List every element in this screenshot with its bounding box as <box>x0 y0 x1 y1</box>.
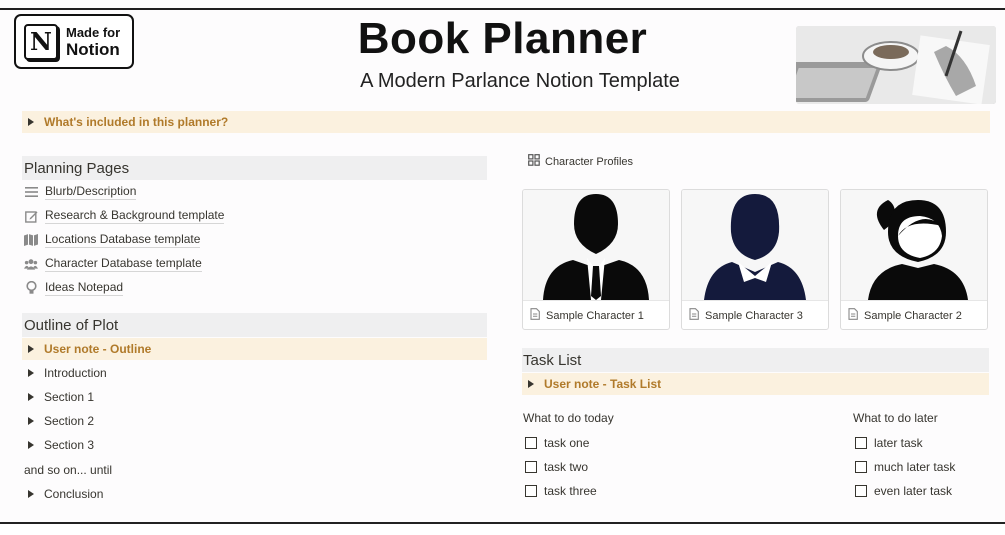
todo-today-3[interactable]: task three <box>525 481 597 501</box>
link-character-database[interactable]: Character Database template <box>24 253 202 275</box>
planning-pages-heading: Planning Pages <box>22 156 487 180</box>
task-list-heading: Task List <box>522 348 989 372</box>
character-card-2[interactable]: Sample Character 2 <box>840 189 988 330</box>
card-caption: Sample Character 3 <box>705 309 803 322</box>
todo-label: task one <box>544 436 590 450</box>
map-icon <box>24 233 38 247</box>
todo-later-3[interactable]: even later task <box>855 481 952 501</box>
lightbulb-icon <box>24 281 38 295</box>
toggle-arrow-icon <box>528 380 534 388</box>
link-label: Ideas Notepad <box>45 280 124 296</box>
link-label: Locations Database template <box>45 232 201 248</box>
outline-continuation-text: and so on... until <box>24 463 113 477</box>
whats-included-toggle[interactable]: What's included in this planner? <box>22 111 990 133</box>
outline-toggle-section-3[interactable]: Section 3 <box>22 434 94 456</box>
checkbox[interactable] <box>855 461 867 473</box>
page-icon <box>689 308 699 323</box>
todo-label: even later task <box>874 484 953 498</box>
outline-section-label: Section 3 <box>44 438 95 452</box>
outline-toggle-introduction[interactable]: Introduction <box>22 362 107 384</box>
todo-label: later task <box>874 436 923 450</box>
outline-toggle-section-1[interactable]: Section 1 <box>22 386 94 408</box>
outline-heading: Outline of Plot <box>22 313 487 337</box>
link-label: Blurb/Description <box>45 184 137 200</box>
checkbox[interactable] <box>525 437 537 449</box>
todo-label: much later task <box>874 460 956 474</box>
female-ponytail-avatar-icon <box>868 200 968 300</box>
checkbox[interactable] <box>525 485 537 497</box>
todo-later-1[interactable]: later task <box>855 433 923 453</box>
outline-toggle-section-2[interactable]: Section 2 <box>22 410 94 432</box>
today-column-title: What to do today <box>523 411 614 425</box>
todo-label: task two <box>544 460 589 474</box>
gallery-view-tab[interactable]: Character Profiles <box>528 154 633 169</box>
whats-included-label: What's included in this planner? <box>44 115 229 129</box>
page-icon <box>530 308 540 323</box>
task-note-label: User note - Task List <box>544 377 662 391</box>
outline-section-label: Introduction <box>44 366 107 380</box>
male-avatar-icon <box>543 194 649 300</box>
outline-section-label: Conclusion <box>44 487 104 501</box>
character-card-1[interactable]: Sample Character 1 <box>522 189 670 330</box>
outline-section-label: Section 2 <box>44 414 95 428</box>
checkbox[interactable] <box>855 485 867 497</box>
link-ideas-notepad[interactable]: Ideas Notepad <box>24 277 124 299</box>
outline-user-note-toggle[interactable]: User note - Outline <box>22 338 487 360</box>
gallery-grid-icon <box>528 154 540 169</box>
outline-toggle-conclusion[interactable]: Conclusion <box>22 483 103 505</box>
gallery-label-text: Character Profiles <box>545 155 634 168</box>
toggle-arrow-icon <box>28 393 34 401</box>
edit-icon <box>24 209 38 223</box>
toggle-arrow-icon <box>28 345 34 353</box>
later-column-title: What to do later <box>853 411 938 425</box>
checkbox[interactable] <box>855 437 867 449</box>
todo-later-2[interactable]: much later task <box>855 457 955 477</box>
toggle-arrow-icon <box>28 118 34 126</box>
link-label: Research & Background template <box>45 208 225 224</box>
link-research-background[interactable]: Research & Background template <box>24 205 225 227</box>
people-icon <box>24 257 38 271</box>
toggle-arrow-icon <box>28 441 34 449</box>
toggle-arrow-icon <box>28 490 34 498</box>
toggle-arrow-icon <box>28 417 34 425</box>
card-caption: Sample Character 2 <box>864 309 962 322</box>
todo-today-2[interactable]: task two <box>525 457 588 477</box>
link-blurb-description[interactable]: Blurb/Description <box>24 181 137 203</box>
link-label: Character Database template <box>45 256 202 272</box>
toggle-arrow-icon <box>28 369 34 377</box>
character-card-3[interactable]: Sample Character 3 <box>681 189 829 330</box>
todo-today-1[interactable]: task one <box>525 433 589 453</box>
todo-label: task three <box>544 484 597 498</box>
writing-desk-photo <box>796 26 996 104</box>
task-list-user-note-toggle[interactable]: User note - Task List <box>522 373 989 395</box>
card-caption: Sample Character 1 <box>546 309 644 322</box>
outline-note-label: User note - Outline <box>44 342 152 356</box>
outline-section-label: Section 1 <box>44 390 95 404</box>
page-icon <box>848 308 858 323</box>
link-locations-database[interactable]: Locations Database template <box>24 229 201 251</box>
checkbox[interactable] <box>525 461 537 473</box>
female-suit-avatar-icon <box>704 194 806 300</box>
lines-icon <box>24 185 38 199</box>
